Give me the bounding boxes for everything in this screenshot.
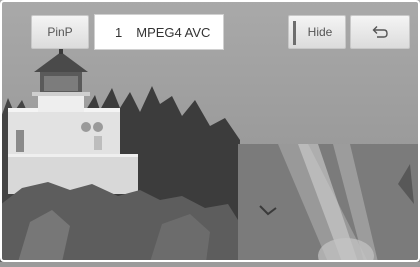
pinp-button-label: PinP bbox=[47, 25, 73, 39]
hide-divider bbox=[293, 21, 296, 45]
hide-button-label: Hide bbox=[307, 25, 333, 39]
pip-video-window[interactable] bbox=[238, 144, 420, 262]
channel-number: 1 bbox=[115, 24, 123, 40]
top-toolbar: PinP 1 MPEG4 AVC Hide bbox=[0, 0, 420, 56]
channel-display: 1 MPEG4 AVC bbox=[94, 14, 224, 50]
channel-name: MPEG4 AVC bbox=[136, 24, 211, 40]
hide-button[interactable]: Hide bbox=[288, 15, 346, 49]
pip-scene-image bbox=[238, 144, 420, 262]
back-button[interactable] bbox=[350, 15, 410, 49]
return-arrow-icon bbox=[372, 26, 388, 38]
pinp-button[interactable]: PinP bbox=[31, 15, 89, 49]
